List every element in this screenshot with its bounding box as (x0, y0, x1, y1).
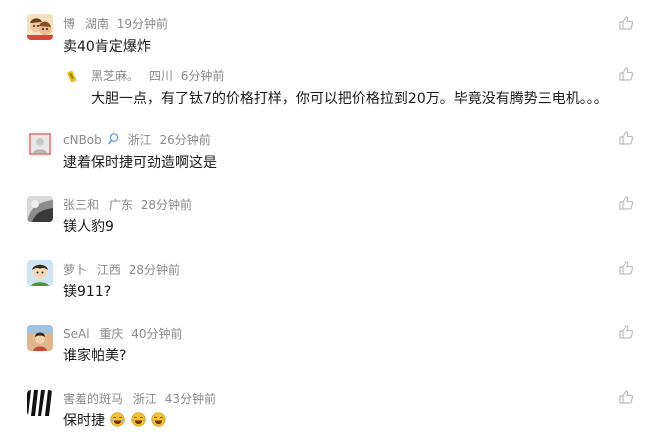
timestamp: 40分钟前 (131, 327, 183, 341)
username[interactable]: 害羞的斑马 (63, 392, 123, 406)
timestamp: 6分钟前 (180, 69, 225, 83)
timestamp: 19分钟前 (116, 17, 168, 31)
comment-meta: 害羞的斑马 浙江 43分钟前 (63, 390, 216, 407)
username[interactable]: 黑芝麻。 (91, 69, 139, 83)
comment-text: 镁911? (63, 284, 112, 300)
avatar[interactable] (27, 14, 53, 40)
timestamp: 28分钟前 (140, 198, 192, 212)
avatar[interactable] (27, 131, 53, 157)
username[interactable]: SeAl (63, 327, 90, 341)
comment-text: 卖40肯定爆炸 (63, 39, 151, 55)
timestamp: 43分钟前 (164, 392, 216, 406)
location: 广东 (108, 198, 133, 212)
comment-meta: 张三和 广东 28分钟前 (63, 196, 192, 213)
comment-text-content: 保时捷 (63, 413, 105, 429)
location: 江西 (96, 263, 121, 277)
comment-meta: 萝卜 江西 28分钟前 (63, 261, 180, 278)
comment-meta: SeAl 重庆 40分钟前 (63, 325, 183, 342)
avatar[interactable] (27, 325, 53, 351)
thumbs-up-icon[interactable] (618, 15, 634, 31)
location: 浙江 (132, 392, 157, 406)
avatar[interactable] (27, 390, 53, 416)
comment-meta: 黑芝麻。 四川 6分钟前 (91, 67, 224, 84)
location: 重庆 (99, 327, 124, 341)
thumbs-up-icon[interactable] (618, 389, 634, 405)
thumbs-up-icon[interactable] (618, 324, 634, 340)
racket-icon (107, 133, 119, 145)
thumbs-up-icon[interactable] (618, 130, 634, 146)
comment-text: 镁人豹9 (63, 219, 114, 235)
username[interactable]: 博 (63, 17, 75, 31)
location: 浙江 (127, 133, 152, 147)
thumbs-up-icon[interactable] (618, 195, 634, 211)
location: 湖南 (84, 17, 109, 31)
comment-meta: 博 湖南 19分钟前 (63, 15, 168, 32)
comment-text: 大胆一点，有了钛7的价格打样，你可以把价格拉到20万。毕竟没有腾势三电机。。。 (91, 91, 608, 107)
avatar[interactable] (27, 196, 53, 222)
thumbs-up-icon[interactable] (618, 66, 634, 82)
avatar[interactable] (27, 260, 53, 286)
comment-text: 保时捷 (63, 410, 166, 430)
username[interactable]: 萝卜 (63, 263, 87, 277)
badge-icon[interactable] (64, 69, 80, 85)
timestamp: 28分钟前 (128, 263, 180, 277)
laughing-tears-emoji-icon (131, 412, 146, 427)
comment-meta: cNBob 浙江 26分钟前 (63, 131, 211, 148)
comment-text: 谁家帕美? (63, 348, 127, 364)
laughing-tears-emoji-icon (110, 412, 125, 427)
comment-text: 逮着保时捷可劲造啊这是 (63, 155, 217, 171)
username[interactable]: 张三和 (63, 198, 99, 212)
thumbs-up-icon[interactable] (618, 260, 634, 276)
username[interactable]: cNBob (63, 133, 102, 147)
location: 四川 (148, 69, 173, 83)
timestamp: 26分钟前 (159, 133, 211, 147)
laughing-tears-emoji-icon (151, 412, 166, 427)
